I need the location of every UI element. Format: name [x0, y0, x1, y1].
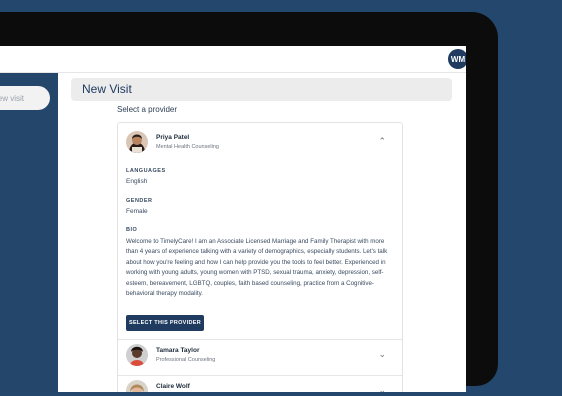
provider-header-priya-patel[interactable]: Priya Patel Mental Health Counseling ⌃ [126, 131, 394, 157]
provider-specialty: Mental Health Counseling [156, 144, 219, 150]
gender-label: GENDER [126, 198, 153, 204]
page-title-bar: New Visit [71, 78, 452, 101]
section-label: Select a provider [117, 105, 178, 114]
provider-row-tamara-taylor[interactable]: Tamara Taylor Professional Counseling ⌄ [126, 344, 394, 370]
provider-list: Priya Patel Mental Health Counseling ⌃ L… [117, 122, 403, 392]
user-avatar[interactable]: WM [448, 49, 466, 69]
provider-specialty: Professional Counseling [156, 357, 216, 363]
languages-label: LANGUAGES [126, 168, 166, 174]
provider-photo [126, 344, 148, 366]
provider-photo [126, 131, 148, 153]
provider-name: Claire Wolf [156, 383, 190, 390]
main-content: New Visit Select a provider Priya Patel … [58, 73, 466, 392]
chevron-down-icon[interactable]: ⌄ [378, 349, 386, 360]
provider-photo [126, 380, 148, 392]
divider [118, 339, 402, 340]
screen: WM new visit New Visit Select a provider [0, 46, 466, 392]
bio-label: BIO [126, 227, 138, 233]
sidebar-item-new-visit[interactable]: new visit [0, 86, 50, 110]
chevron-up-icon[interactable]: ⌃ [378, 136, 386, 147]
bio-text: Welcome to TimelyCare! I am an Associate… [126, 238, 388, 298]
provider-row-claire-wolf[interactable]: Claire Wolf ⌄ [126, 380, 394, 392]
gender-value: Female [126, 208, 148, 215]
languages-value: English [126, 178, 148, 185]
provider-name: Priya Patel [156, 134, 190, 141]
divider [118, 375, 402, 376]
select-provider-button[interactable]: SELECT THIS PROVIDER [126, 315, 204, 331]
provider-name: Tamara Taylor [156, 347, 200, 354]
page-title: New Visit [82, 82, 132, 96]
sidebar: new visit [0, 73, 58, 392]
chevron-down-icon[interactable]: ⌄ [378, 385, 386, 392]
device-frame: WM new visit New Visit Select a provider [0, 12, 498, 392]
top-header: WM [0, 46, 466, 73]
